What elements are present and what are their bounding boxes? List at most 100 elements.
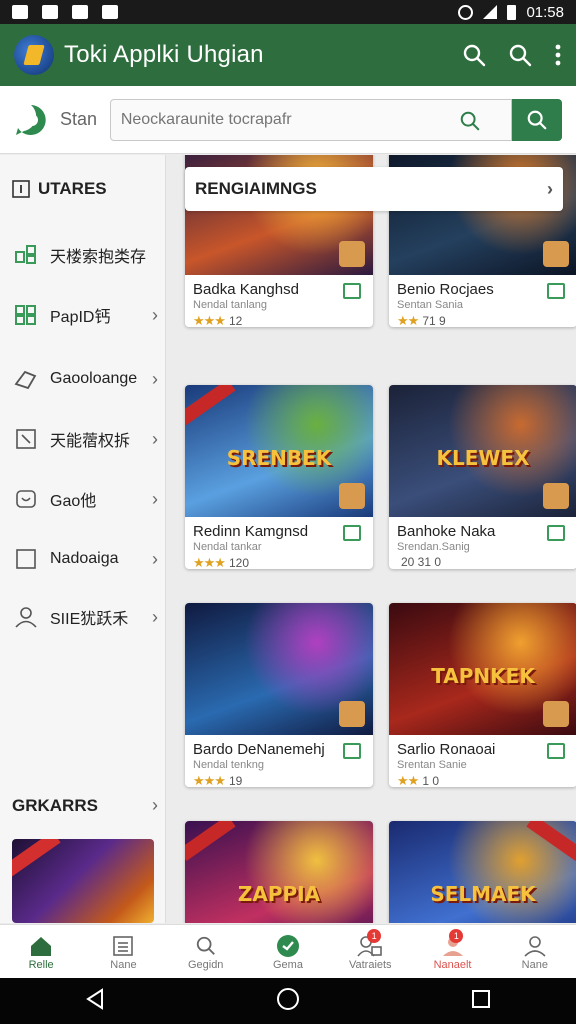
game-rating: ★★ 1 0 — [397, 773, 439, 787]
recents-icon[interactable] — [471, 989, 491, 1014]
search-button[interactable] — [512, 98, 562, 141]
game-logo-text: SRENBEK — [226, 445, 332, 470]
bookmark-icon[interactable] — [343, 283, 361, 299]
nav-people[interactable]: 1 Vatraiets — [329, 925, 411, 978]
nav-label: Gema — [273, 958, 303, 971]
home-icon — [29, 933, 53, 959]
search-icon[interactable] — [459, 110, 481, 137]
sidebar-item-6[interactable]: Nadoaiga › — [12, 539, 158, 579]
sidebar-item-label: 天能蓿权拆 — [50, 433, 131, 450]
nav-label: Nane — [110, 958, 137, 971]
star-rating-icon: ★★★ — [193, 313, 226, 327]
more-options-icon[interactable] — [554, 43, 562, 67]
sidebar-item-label: Gaooloange — [50, 370, 138, 387]
game-title: Sarlio Ronaoai — [397, 741, 496, 758]
notification-icon — [102, 5, 118, 19]
featured-thumbnail[interactable] — [12, 839, 154, 923]
section-title: RENGIAIMNGS — [195, 179, 317, 198]
game-developer: Sentan Sania — [397, 299, 464, 311]
chevron-right-icon: › — [152, 304, 158, 325]
sidebar-item-7[interactable]: SIIE犹跃禾 › — [12, 597, 158, 637]
nav-list[interactable]: Nane — [82, 925, 164, 978]
controller-icon — [12, 488, 40, 510]
sidebar-item-2[interactable]: PapID钙 › — [12, 295, 158, 335]
chevron-right-icon: › — [152, 488, 158, 509]
sidebar-item-1[interactable]: 天楼索抱类存 — [12, 235, 158, 275]
app-title: Toki Applki Uhgian — [64, 41, 264, 68]
system-navigation — [0, 978, 576, 1024]
notification-icon — [12, 5, 28, 19]
game-logo-text: TAPNKEK — [431, 663, 535, 688]
app-logo-icon — [14, 35, 54, 75]
section-header[interactable]: RENGIAIMNGS › — [185, 167, 563, 211]
chevron-right-icon: › — [152, 548, 158, 569]
bookmark-icon[interactable] — [547, 525, 565, 541]
rating-value: 71 9 — [422, 314, 446, 327]
game-title: Benio Rocjaes — [397, 281, 494, 298]
apps-icon — [12, 304, 40, 326]
search-icon[interactable] — [508, 43, 532, 67]
notification-icon — [42, 5, 58, 19]
sidebar-item-label: 天楼索抱类存 — [50, 249, 147, 266]
sidebar-subsection[interactable]: GRKARRS › — [12, 795, 158, 816]
game-developer: Srentan Sanie — [397, 759, 467, 771]
game-art: SRENBEK — [185, 385, 373, 517]
game-rating: 20 31 0 — [397, 555, 441, 569]
game-developer: Nendal tanlang — [193, 299, 268, 311]
sidebar-header-label: UTARES — [38, 179, 107, 198]
back-icon[interactable] — [85, 987, 105, 1015]
nav-profile[interactable]: Nane — [494, 925, 576, 978]
nav-label: Nane — [521, 958, 548, 971]
chevron-right-icon: › — [152, 606, 158, 627]
bookmark-icon[interactable] — [343, 525, 361, 541]
game-developer: Srendan.Sanig — [397, 541, 470, 553]
game-badge-icon — [339, 241, 365, 267]
home-button-icon[interactable] — [276, 987, 300, 1016]
game-card[interactable]: TAPNKEK Sarlio Ronaoai Srentan Sanie ★★ 1… — [389, 603, 576, 787]
chevron-right-icon: › — [152, 795, 158, 815]
game-rating: ★★★ 120 — [193, 555, 249, 569]
star-rating-icon: ★★★ — [193, 773, 226, 787]
game-developer: Nendal tenkng — [193, 759, 264, 771]
brand-logo-icon — [14, 103, 48, 137]
battery-icon — [507, 4, 517, 20]
bookmark-icon[interactable] — [343, 743, 361, 759]
app-bar: Toki Applki Uhgian — [0, 24, 576, 86]
game-badge-icon — [543, 483, 569, 509]
bookmark-icon[interactable] — [547, 743, 565, 759]
game-title: Bardo DeNanemehj — [193, 741, 325, 758]
user-icon — [12, 606, 40, 628]
nav-label: Gegidn — [187, 958, 224, 971]
rating-value: 12 — [228, 314, 243, 327]
game-card[interactable]: SELMAEK — [389, 821, 576, 923]
sidebar-item-5[interactable]: Gao他 › — [12, 479, 158, 519]
bookmark-icon[interactable] — [547, 283, 565, 299]
ribbon — [12, 839, 61, 877]
chevron-right-icon: › — [547, 178, 553, 199]
game-logo-text: ZAPPIA — [237, 881, 321, 906]
nav-game[interactable]: Gema — [247, 925, 329, 978]
star-rating-icon: ★★★ — [193, 555, 226, 569]
game-badge-icon — [543, 701, 569, 727]
nav-account[interactable]: 1 Nanaelt — [411, 925, 493, 978]
game-art: KLEWEX — [389, 385, 576, 517]
game-card[interactable]: ZAPPIA — [185, 821, 373, 923]
sidebar-header: UTARES — [12, 179, 107, 199]
search-input[interactable] — [120, 110, 441, 129]
game-card[interactable]: Bardo DeNanemehj Nendal tenkng ★★★ 19 — [185, 603, 373, 787]
nav-home[interactable]: Relle — [0, 925, 82, 978]
status-bar: 01:58 — [0, 0, 576, 24]
list-icon — [112, 933, 134, 959]
search-field[interactable] — [109, 98, 513, 141]
sidebar-item-4[interactable]: 天能蓿权拆 › — [12, 419, 158, 459]
rating-value: 120 — [228, 556, 249, 569]
game-logo-text: SELMAEK — [430, 881, 536, 906]
ribbon — [526, 821, 576, 861]
game-card[interactable]: KLEWEX Banhoke Naka Srendan.Sanig 20 31 … — [389, 385, 576, 569]
sidebar-item-3[interactable]: Gaooloange › — [12, 359, 158, 399]
bottom-navigation: Relle Nane Gegidn Gema 1 Vatraiets 1 Nan… — [0, 924, 576, 978]
nav-search[interactable]: Gegidn — [165, 925, 247, 978]
game-art — [185, 603, 373, 735]
game-card[interactable]: SRENBEK Redinn Kamgnsd Nendal tankar ★★★… — [185, 385, 373, 569]
search-icon[interactable] — [462, 43, 486, 67]
